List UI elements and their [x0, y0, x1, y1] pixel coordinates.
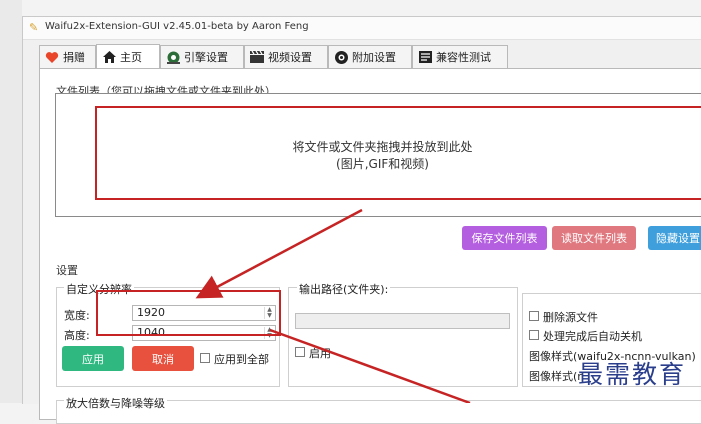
height-label: 高度:	[64, 329, 90, 342]
delete-source-label: 删除源文件	[543, 311, 598, 324]
hide-settings-button[interactable]: 隐藏设置	[648, 226, 701, 250]
clapper-icon	[249, 49, 265, 65]
tab-engine-settings[interactable]: 引擎设置	[160, 45, 244, 68]
cancel-button[interactable]: 取消	[132, 346, 194, 371]
scale-denoise-title: 放大倍数与降噪等级	[64, 395, 167, 411]
width-label: 宽度:	[64, 309, 90, 322]
tab-label: 兼容性测试	[436, 51, 491, 64]
shutdown-after-label: 处理完成后自动关机	[543, 330, 642, 343]
annotation-resolution-highlight	[96, 290, 281, 336]
heart-icon	[44, 49, 60, 65]
enable-output-path-label: 启用	[309, 347, 331, 360]
tab-label: 附加设置	[352, 51, 396, 64]
tab-label: 主页	[120, 51, 142, 64]
output-path-input[interactable]	[295, 313, 510, 329]
tab-home[interactable]: 主页	[96, 44, 160, 69]
delete-source-checkbox[interactable]	[529, 311, 539, 321]
image-style-label-2: 图像样式(r	[529, 370, 582, 383]
gear-icon	[333, 49, 349, 65]
shutdown-after-checkbox[interactable]	[529, 330, 539, 340]
tab-label: 引擎设置	[184, 51, 228, 64]
tab-additional-settings[interactable]: 附加设置	[328, 45, 412, 68]
enable-output-path-checkbox[interactable]	[295, 347, 305, 357]
tab-compatibility-test[interactable]: 兼容性测试	[412, 45, 508, 68]
home-icon	[101, 49, 117, 65]
save-file-list-button[interactable]: 保存文件列表	[462, 226, 547, 250]
app-icon: ✎	[29, 21, 39, 34]
settings-group-title: 设置	[54, 262, 80, 278]
output-path-title: 输出路径(文件夹):	[297, 281, 391, 297]
tab-donate[interactable]: 捐赠	[39, 45, 96, 68]
engine-icon	[165, 49, 181, 65]
output-path-box	[288, 287, 518, 387]
checklist-icon	[417, 49, 433, 65]
desktop-edge	[0, 0, 22, 403]
app-window: ✎ Waifu2x-Extension-GUI v2.45.01-beta by…	[22, 16, 701, 424]
apply-to-all-label: 应用到全部	[214, 353, 269, 366]
load-file-list-button[interactable]: 读取文件列表	[552, 226, 636, 250]
apply-to-all-checkbox[interactable]	[200, 353, 210, 363]
watermark-text: 最需教育	[578, 360, 687, 389]
tab-label: 视频设置	[268, 51, 312, 64]
annotation-drop-area-highlight	[95, 106, 701, 200]
tab-video-settings[interactable]: 视频设置	[244, 45, 328, 68]
window-title: Waifu2x-Extension-GUI v2.45.01-beta by A…	[45, 21, 309, 32]
apply-button[interactable]: 应用	[62, 346, 124, 371]
title-bar: ✎ Waifu2x-Extension-GUI v2.45.01-beta by…	[23, 17, 701, 40]
tab-label: 捐赠	[63, 51, 85, 64]
